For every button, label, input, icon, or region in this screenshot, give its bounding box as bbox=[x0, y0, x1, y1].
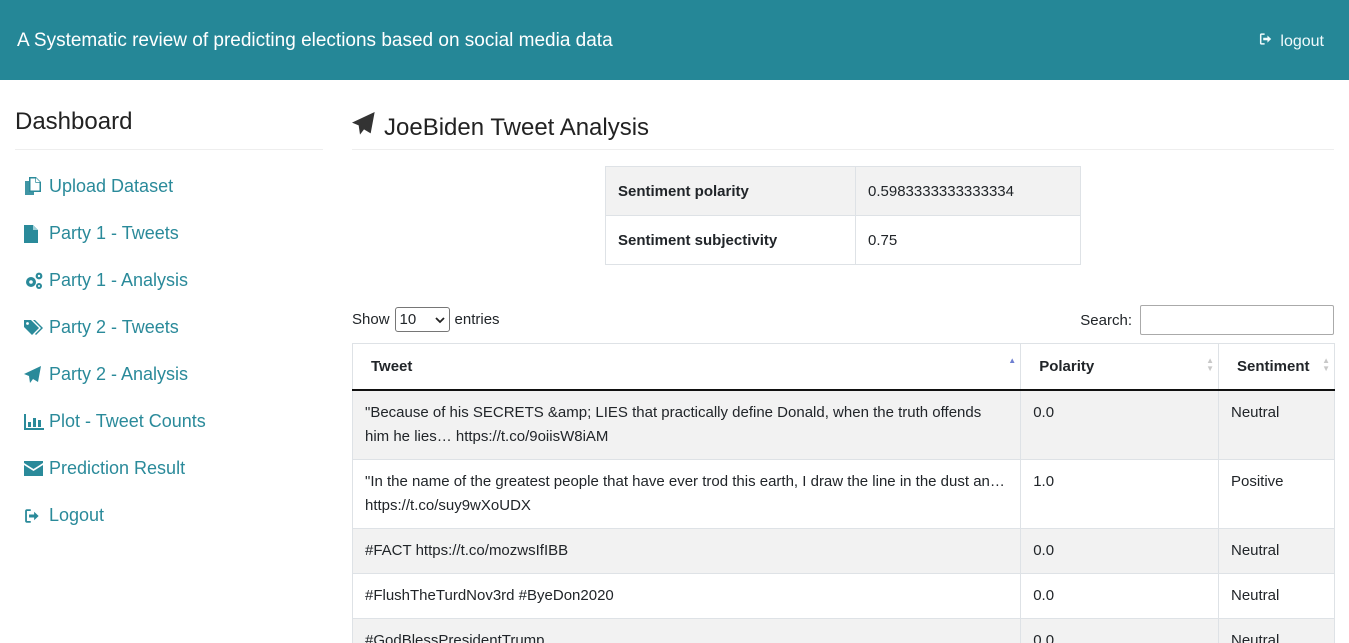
header-logout-link[interactable]: logout bbox=[1259, 32, 1324, 51]
top-navbar: A Systematic review of predicting electi… bbox=[0, 0, 1349, 80]
sentiment-cell: Positive bbox=[1218, 458, 1335, 529]
sidebar: Dashboard Upload Dataset Party 1 - Tweet… bbox=[15, 80, 323, 539]
polarity-cell: 0.0 bbox=[1020, 572, 1219, 619]
table-controls: Show 10 entries Search: bbox=[352, 305, 1334, 335]
sidebar-item-party1-analysis[interactable]: Party 1 - Analysis bbox=[15, 257, 323, 304]
sentiment-cell: Neutral bbox=[1218, 527, 1335, 574]
sort-asc-icon: ▲ bbox=[1008, 356, 1017, 365]
bar-chart-icon bbox=[24, 413, 46, 430]
table-header-row: Tweet ▲ Polarity ▲ ▼ Sentiment ▲ ▼ bbox=[351, 343, 1335, 391]
sentiment-cell: Neutral bbox=[1218, 617, 1335, 643]
sidebar-item-party1-tweets[interactable]: Party 1 - Tweets bbox=[15, 210, 323, 257]
search-input[interactable] bbox=[1140, 305, 1334, 335]
sidebar-item-prediction-result[interactable]: Prediction Result bbox=[15, 445, 323, 492]
polarity-cell: 1.0 bbox=[1020, 458, 1219, 529]
app-title: A Systematic review of predicting electi… bbox=[17, 30, 613, 51]
table-search: Search: bbox=[1080, 305, 1334, 335]
table-row: #FACT https://t.co/mozwsIfIBB 0.0 Neutra… bbox=[351, 527, 1335, 574]
tags-icon bbox=[24, 319, 46, 337]
entries-label: entries bbox=[454, 311, 500, 328]
sign-out-icon bbox=[1259, 32, 1274, 51]
stats-row: Sentiment subjectivity 0.75 bbox=[605, 215, 1081, 265]
sort-icon: ▲ ▼ bbox=[1322, 356, 1330, 373]
column-header-tweet[interactable]: Tweet ▲ bbox=[351, 343, 1022, 391]
paper-plane-icon bbox=[24, 365, 46, 384]
tweet-cell: #FACT https://t.co/mozwsIfIBB bbox=[351, 527, 1022, 574]
tweet-cell: "In the name of the greatest people that… bbox=[351, 458, 1022, 529]
stats-value: 0.75 bbox=[855, 215, 1081, 265]
sidebar-item-label: Plot - Tweet Counts bbox=[49, 411, 206, 431]
sidebar-item-label: Party 1 - Tweets bbox=[49, 223, 179, 243]
sidebar-item-party2-tweets[interactable]: Party 2 - Tweets bbox=[15, 304, 323, 351]
header-logout-label: logout bbox=[1280, 32, 1324, 50]
column-header-sentiment[interactable]: Sentiment ▲ ▼ bbox=[1218, 343, 1335, 391]
sidebar-item-label: Prediction Result bbox=[49, 458, 186, 478]
sidebar-item-label: Party 2 - Tweets bbox=[49, 317, 179, 337]
table-row: #GodBlessPresidentTrump 0.0 Neutral bbox=[351, 617, 1335, 643]
sentiment-cell: Neutral bbox=[1218, 572, 1335, 619]
polarity-cell: 0.0 bbox=[1020, 527, 1219, 574]
search-label: Search: bbox=[1080, 311, 1132, 329]
sidebar-item-label: Party 2 - Analysis bbox=[49, 364, 189, 384]
page-title: JoeBiden Tweet Analysis bbox=[352, 80, 1334, 150]
polarity-cell: 0.0 bbox=[1020, 617, 1219, 643]
copy-icon bbox=[24, 177, 46, 196]
stats-key: Sentiment subjectivity bbox=[605, 215, 856, 265]
tweet-cell: #FlushTheTurdNov3rd #ByeDon2020 bbox=[351, 572, 1022, 619]
sidebar-item-plot-tweet-counts[interactable]: Plot - Tweet Counts bbox=[15, 398, 323, 445]
sort-icon: ▲ ▼ bbox=[1206, 356, 1214, 373]
sentiment-stats-table: Sentiment polarity 0.5983333333333334 Se… bbox=[605, 166, 1081, 265]
cogs-icon bbox=[24, 272, 46, 290]
show-label: Show bbox=[352, 311, 390, 328]
paper-plane-icon bbox=[352, 112, 376, 143]
column-header-polarity[interactable]: Polarity ▲ ▼ bbox=[1020, 343, 1219, 391]
polarity-cell: 0.0 bbox=[1020, 389, 1219, 460]
sidebar-nav: Upload Dataset Party 1 - Tweets Party 1 … bbox=[15, 163, 323, 539]
entries-select[interactable]: 10 bbox=[394, 307, 450, 332]
envelope-icon bbox=[24, 461, 46, 476]
table-row: "Because of his SECRETS &amp; LIES that … bbox=[351, 389, 1335, 460]
sidebar-item-upload-dataset[interactable]: Upload Dataset bbox=[15, 163, 323, 210]
main-content: JoeBiden Tweet Analysis Sentiment polari… bbox=[351, 80, 1335, 643]
tweets-table: Tweet ▲ Polarity ▲ ▼ Sentiment ▲ ▼ "Becaus… bbox=[351, 343, 1335, 643]
chevron-down-icon bbox=[434, 311, 445, 328]
stats-key: Sentiment polarity bbox=[605, 166, 856, 216]
sidebar-item-party2-analysis[interactable]: Party 2 - Analysis bbox=[15, 351, 323, 398]
sign-out-icon bbox=[24, 508, 46, 524]
sidebar-item-logout[interactable]: Logout bbox=[15, 492, 323, 539]
entries-select-value: 10 bbox=[399, 311, 417, 328]
sidebar-item-label: Upload Dataset bbox=[49, 176, 174, 196]
table-row: "In the name of the greatest people that… bbox=[351, 458, 1335, 529]
sentiment-cell: Neutral bbox=[1218, 389, 1335, 460]
stats-value: 0.5983333333333334 bbox=[855, 166, 1081, 216]
entries-length-control: Show 10 entries bbox=[352, 307, 500, 332]
table-row: #FlushTheTurdNov3rd #ByeDon2020 0.0 Neut… bbox=[351, 572, 1335, 619]
page-title-text: JoeBiden Tweet Analysis bbox=[384, 113, 650, 141]
sidebar-item-label: Logout bbox=[49, 505, 105, 525]
sidebar-title: Dashboard bbox=[15, 80, 323, 150]
tweet-cell: "Because of his SECRETS &amp; LIES that … bbox=[351, 389, 1022, 460]
file-icon bbox=[24, 224, 46, 243]
stats-row: Sentiment polarity 0.5983333333333334 bbox=[605, 166, 1081, 216]
tweet-cell: #GodBlessPresidentTrump bbox=[351, 617, 1022, 643]
sidebar-item-label: Party 1 - Analysis bbox=[49, 270, 189, 290]
